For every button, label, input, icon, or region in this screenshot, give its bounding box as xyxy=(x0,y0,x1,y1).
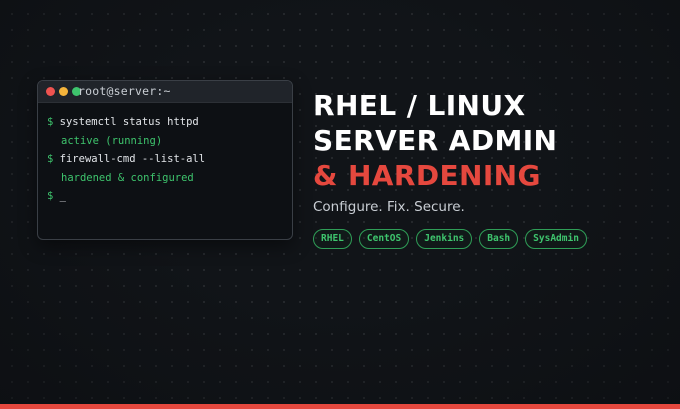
terminal-output: hardened & configured xyxy=(61,171,194,184)
terminal-line: $ systemctl status httpd xyxy=(47,113,292,132)
window-close-button[interactable] xyxy=(46,87,55,96)
headline: RHEL / LINUX SERVER ADMIN & HARDENING xyxy=(313,88,557,193)
headline-line-3: & HARDENING xyxy=(313,159,541,192)
headline-line-1: RHEL / LINUX xyxy=(313,89,526,122)
terminal-line: $ _ xyxy=(47,187,292,206)
tagline: Configure. Fix. Secure. xyxy=(313,199,465,215)
terminal-command: systemctl status httpd xyxy=(59,116,199,128)
tag-sysadmin: SysAdmin xyxy=(525,229,587,249)
window-minimize-button[interactable] xyxy=(59,87,68,96)
tag-jenkins: Jenkins xyxy=(416,229,473,249)
tag-bash: Bash xyxy=(479,229,519,249)
terminal-cursor: _ xyxy=(59,190,66,202)
terminal-body[interactable]: $ systemctl status httpd active (running… xyxy=(38,103,292,206)
tag-centos: CentOS xyxy=(358,229,410,249)
tag-list: RHEL CentOS Jenkins Bash SysAdmin xyxy=(313,229,587,249)
tag-rhel: RHEL xyxy=(313,229,352,249)
terminal-window: root@server:~ $ systemctl status httpd a… xyxy=(37,80,293,240)
headline-line-2: SERVER ADMIN xyxy=(313,124,558,157)
bottom-accent-bar xyxy=(0,404,680,409)
terminal-command: firewall-cmd --list-all xyxy=(59,153,206,165)
prompt-symbol: $ xyxy=(47,190,54,202)
prompt-symbol: $ xyxy=(47,116,54,128)
terminal-output: active (running) xyxy=(61,134,163,147)
terminal-line: $ firewall-cmd --list-all xyxy=(47,150,292,169)
terminal-titlebar: root@server:~ xyxy=(38,81,292,103)
terminal-title: root@server:~ xyxy=(78,84,171,98)
prompt-symbol: $ xyxy=(47,153,54,165)
